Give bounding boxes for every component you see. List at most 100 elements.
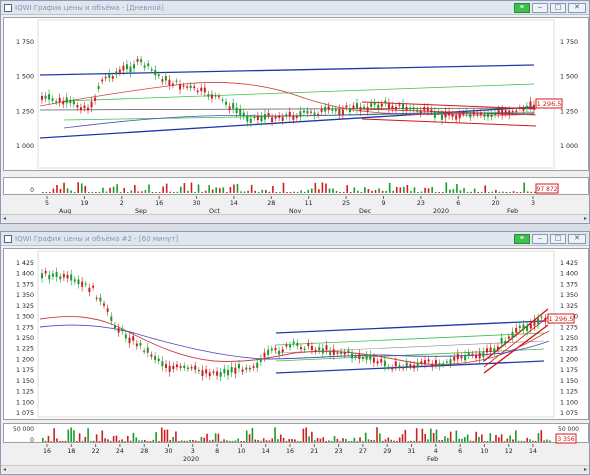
volume-bar bbox=[487, 191, 490, 193]
date-tick-label: 3 bbox=[191, 448, 195, 455]
volume-bar bbox=[478, 436, 480, 442]
volume-bar bbox=[452, 189, 455, 193]
price-candle bbox=[193, 86, 196, 89]
volume-bar bbox=[134, 184, 136, 193]
volume-bar bbox=[353, 187, 356, 193]
volume-bar bbox=[330, 440, 333, 442]
bottom-price-panel[interactable]: 1 425 1 400 1 375 1 350 1 325 1 300 1 275 1 250… bbox=[3, 248, 589, 420]
minimize-button[interactable]: ‒ bbox=[532, 233, 548, 244]
top-price-chart: 1 750 1 500 1 250 1 000 1 750 1 500 1 250 1 00… bbox=[16, 19, 578, 169]
volume-bar bbox=[532, 440, 534, 442]
volume-bar bbox=[314, 182, 317, 193]
volume-bar bbox=[189, 439, 191, 442]
volume-bar bbox=[526, 437, 528, 442]
price-tick-label: 1 175 bbox=[16, 367, 34, 374]
price-candle bbox=[115, 71, 118, 75]
price-candle bbox=[249, 118, 252, 123]
price-tick-label: 1 225 bbox=[16, 346, 34, 353]
volume-bar bbox=[194, 440, 197, 442]
link-button[interactable]: ⚭ bbox=[514, 233, 530, 244]
top-price-panel[interactable]: 1 750 1 500 1 250 1 000 1 750 1 500 1 250 1 00… bbox=[3, 17, 589, 171]
price-candle bbox=[136, 59, 139, 62]
bottom-horizontal-scrollbar[interactable]: ◂ ▸ bbox=[1, 465, 589, 473]
volume-bar bbox=[307, 189, 310, 193]
price-candle bbox=[384, 100, 387, 104]
bottom-volume-panel[interactable]: 50 000 0 50 000 3 356 bbox=[3, 423, 589, 444]
price-candle bbox=[501, 109, 504, 115]
price-candle bbox=[259, 358, 262, 363]
volume-bar bbox=[149, 440, 152, 442]
volume-bar bbox=[480, 191, 483, 193]
price-candle bbox=[416, 362, 419, 367]
volume-bar bbox=[424, 187, 426, 193]
maximize-button[interactable]: □ bbox=[550, 233, 566, 244]
volume-bar bbox=[333, 435, 336, 442]
scroll-left-icon[interactable]: ◂ bbox=[3, 466, 6, 473]
volume-bar bbox=[49, 191, 51, 193]
price-candle bbox=[201, 370, 204, 376]
price-candle bbox=[263, 114, 266, 120]
volume-bar bbox=[434, 191, 437, 193]
date-tick-label: 16 bbox=[155, 200, 163, 207]
volume-bar bbox=[384, 439, 387, 442]
price-candle bbox=[467, 352, 470, 356]
price-candle bbox=[278, 115, 281, 118]
close-button[interactable]: ✕ bbox=[568, 233, 586, 244]
price-tick-label: 1 750 bbox=[560, 39, 578, 46]
volume-bar bbox=[148, 184, 150, 193]
maximize-button[interactable]: □ bbox=[550, 2, 566, 13]
price-candle bbox=[79, 107, 82, 111]
price-candle bbox=[183, 365, 186, 369]
volume-bar bbox=[520, 440, 523, 442]
price-candle bbox=[345, 105, 348, 108]
price-candle bbox=[391, 367, 394, 370]
volume-bar bbox=[52, 188, 55, 193]
volume-bar bbox=[427, 439, 429, 442]
price-candle bbox=[321, 348, 324, 354]
top-volume-panel[interactable]: 0 97 872 bbox=[3, 177, 589, 195]
scroll-right-icon[interactable]: ▸ bbox=[584, 466, 587, 473]
volume-bar bbox=[441, 191, 444, 193]
price-candle bbox=[59, 276, 62, 280]
scroll-right-icon[interactable]: ▸ bbox=[584, 215, 587, 222]
volume-bar bbox=[78, 433, 81, 442]
price-candle bbox=[449, 359, 452, 364]
price-candle bbox=[267, 112, 270, 116]
volume-bar bbox=[190, 182, 193, 193]
price-candle bbox=[366, 107, 369, 112]
volume-bar bbox=[420, 191, 423, 193]
volume-bar bbox=[121, 439, 123, 442]
volume-bar bbox=[335, 190, 338, 193]
date-tick-label: 23 bbox=[417, 200, 425, 207]
minimize-button[interactable]: ‒ bbox=[532, 2, 548, 13]
link-button[interactable]: ⚭ bbox=[514, 2, 530, 13]
volume-bar bbox=[152, 439, 155, 442]
close-button[interactable]: ✕ bbox=[568, 2, 586, 13]
scroll-left-icon[interactable]: ◂ bbox=[3, 215, 6, 222]
volume-bar bbox=[115, 435, 118, 442]
price-candle bbox=[104, 76, 107, 79]
volume-bar bbox=[240, 191, 242, 193]
bottom-window-titlebar[interactable]: IQWI График цены и объёма #2 - [60 минут… bbox=[1, 232, 589, 246]
top-volume-tick: 0 bbox=[30, 187, 34, 194]
volume-bar bbox=[515, 430, 517, 442]
price-candle bbox=[125, 64, 128, 70]
volume-bar bbox=[250, 184, 253, 193]
top-window-titlebar[interactable]: IQWI График цены и объёма - [Дневной] ⚭ … bbox=[1, 1, 589, 15]
volume-bar bbox=[398, 437, 401, 442]
volume-bar bbox=[237, 438, 240, 442]
volume-bar bbox=[92, 440, 95, 442]
price-candle bbox=[471, 353, 474, 356]
volume-bar bbox=[286, 191, 288, 193]
volume-bar bbox=[90, 441, 92, 442]
volume-bar bbox=[294, 439, 296, 442]
top-horizontal-scrollbar[interactable]: ◂ ▸ bbox=[1, 214, 589, 222]
price-candle bbox=[216, 371, 219, 376]
volume-bar bbox=[186, 440, 189, 442]
price-candle bbox=[398, 365, 401, 368]
volume-bar bbox=[373, 440, 375, 442]
volume-bar bbox=[64, 440, 67, 442]
volume-bar bbox=[523, 182, 525, 193]
date-tick-label: 10 bbox=[237, 448, 245, 455]
volume-bar bbox=[293, 191, 295, 193]
